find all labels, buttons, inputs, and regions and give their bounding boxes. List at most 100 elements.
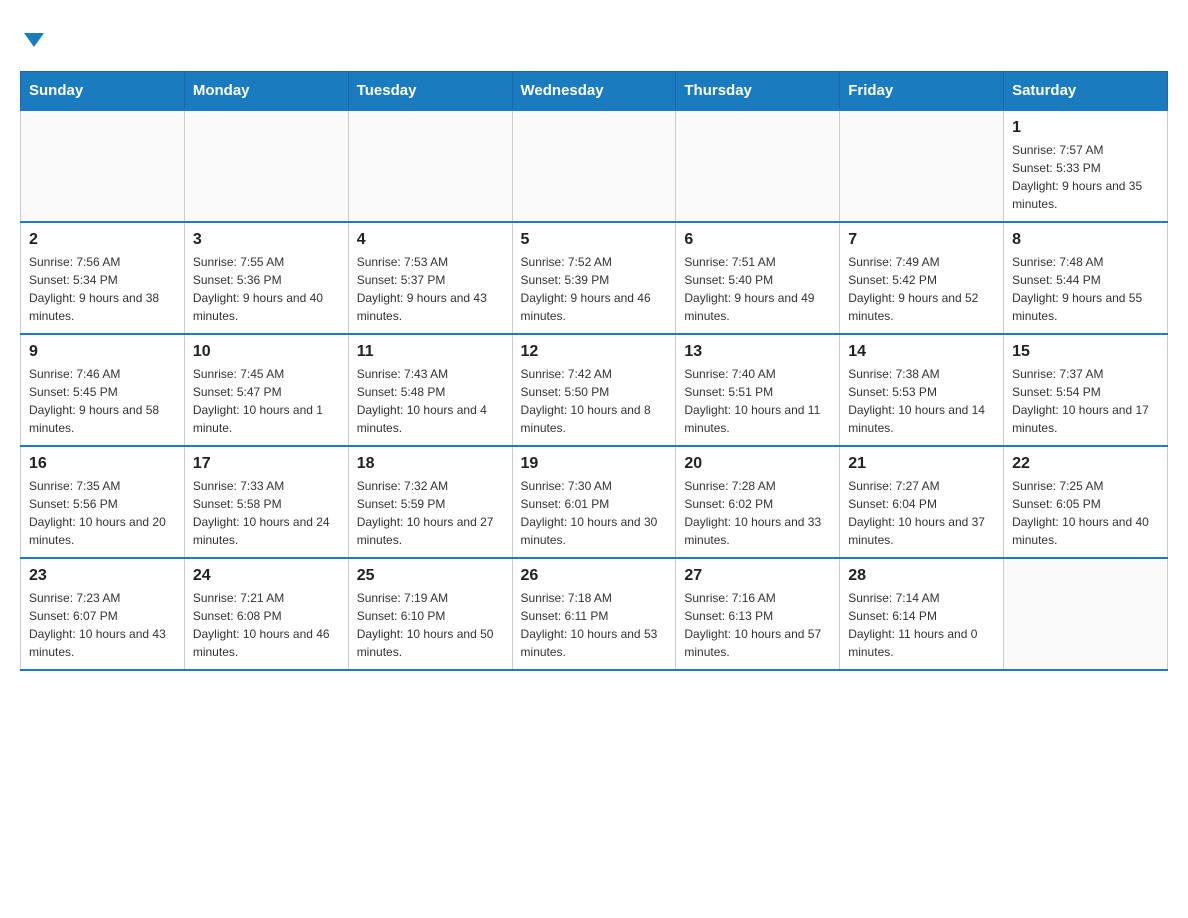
day-info: Sunrise: 7:57 AM Sunset: 5:33 PM Dayligh… <box>1012 141 1159 213</box>
weekday-header-row: SundayMondayTuesdayWednesdayThursdayFrid… <box>21 72 1168 111</box>
day-info: Sunrise: 7:45 AM Sunset: 5:47 PM Dayligh… <box>193 365 340 437</box>
day-info: Sunrise: 7:14 AM Sunset: 6:14 PM Dayligh… <box>848 589 995 661</box>
calendar-cell <box>512 110 676 222</box>
day-info: Sunrise: 7:52 AM Sunset: 5:39 PM Dayligh… <box>521 253 668 325</box>
calendar-week-row: 9Sunrise: 7:46 AM Sunset: 5:45 PM Daylig… <box>21 334 1168 446</box>
day-info: Sunrise: 7:32 AM Sunset: 5:59 PM Dayligh… <box>357 477 504 549</box>
day-number: 27 <box>684 567 831 585</box>
calendar-cell: 2 Sunrise: 7:56 AM Sunset: 5:34 PM Daylig… <box>21 222 185 334</box>
day-info: Sunrise: 7:40 AM Sunset: 5:51 PM Dayligh… <box>684 365 831 437</box>
day-number: 24 <box>193 567 340 585</box>
calendar-cell: 18 Sunrise: 7:32 AM Sunset: 5:59 PM Dayli… <box>348 446 512 558</box>
day-info: Sunrise: 7:51 AM Sunset: 5:40 PM Dayligh… <box>684 253 831 325</box>
calendar-week-row: 2 Sunrise: 7:56 AM Sunset: 5:34 PM Daylig… <box>21 222 1168 334</box>
calendar-cell <box>21 110 185 222</box>
day-number: 8 <box>1012 231 1159 249</box>
calendar-week-row: 1 Sunrise: 7:57 AM Sunset: 5:33 PM Daylig… <box>21 110 1168 222</box>
weekday-header-tuesday: Tuesday <box>348 72 512 111</box>
page-header <box>20 20 1168 51</box>
day-number: 3 <box>193 231 340 249</box>
calendar-cell: 17 Sunrise: 7:33 AM Sunset: 5:58 PM Dayli… <box>184 446 348 558</box>
day-number: 25 <box>357 567 504 585</box>
calendar-cell: 1 Sunrise: 7:57 AM Sunset: 5:33 PM Daylig… <box>1004 110 1168 222</box>
day-number: 1 <box>1012 119 1159 137</box>
weekday-header-saturday: Saturday <box>1004 72 1168 111</box>
day-info: Sunrise: 7:56 AM Sunset: 5:34 PM Dayligh… <box>29 253 176 325</box>
calendar-cell <box>840 110 1004 222</box>
calendar-cell: 13 Sunrise: 7:40 AM Sunset: 5:51 PM Dayli… <box>676 334 840 446</box>
day-info: Sunrise: 7:43 AM Sunset: 5:48 PM Dayligh… <box>357 365 504 437</box>
calendar-cell: 3 Sunrise: 7:55 AM Sunset: 5:36 PM Daylig… <box>184 222 348 334</box>
calendar-cell <box>676 110 840 222</box>
logo-top <box>20 20 44 51</box>
day-number: 5 <box>521 231 668 249</box>
day-info: Sunrise: 7:23 AM Sunset: 6:07 PM Dayligh… <box>29 589 176 661</box>
calendar-cell: 23 Sunrise: 7:23 AM Sunset: 6:07 PM Dayli… <box>21 558 185 670</box>
day-info: Sunrise: 7:33 AM Sunset: 5:58 PM Dayligh… <box>193 477 340 549</box>
day-info: Sunrise: 7:48 AM Sunset: 5:44 PM Dayligh… <box>1012 253 1159 325</box>
day-info: Sunrise: 7:28 AM Sunset: 6:02 PM Dayligh… <box>684 477 831 549</box>
day-number: 4 <box>357 231 504 249</box>
logo <box>20 20 44 51</box>
day-number: 26 <box>521 567 668 585</box>
calendar-cell: 20 Sunrise: 7:28 AM Sunset: 6:02 PM Dayli… <box>676 446 840 558</box>
day-number: 10 <box>193 343 340 361</box>
weekday-header-thursday: Thursday <box>676 72 840 111</box>
day-number: 6 <box>684 231 831 249</box>
day-number: 15 <box>1012 343 1159 361</box>
day-number: 7 <box>848 231 995 249</box>
day-number: 13 <box>684 343 831 361</box>
calendar-cell: 12Sunrise: 7:42 AM Sunset: 5:50 PM Dayli… <box>512 334 676 446</box>
weekday-header-wednesday: Wednesday <box>512 72 676 111</box>
day-info: Sunrise: 7:37 AM Sunset: 5:54 PM Dayligh… <box>1012 365 1159 437</box>
day-info: Sunrise: 7:18 AM Sunset: 6:11 PM Dayligh… <box>521 589 668 661</box>
weekday-header-sunday: Sunday <box>21 72 185 111</box>
day-info: Sunrise: 7:21 AM Sunset: 6:08 PM Dayligh… <box>193 589 340 661</box>
calendar-cell: 6 Sunrise: 7:51 AM Sunset: 5:40 PM Daylig… <box>676 222 840 334</box>
day-number: 18 <box>357 455 504 473</box>
calendar-cell <box>184 110 348 222</box>
day-number: 20 <box>684 455 831 473</box>
calendar-cell <box>1004 558 1168 670</box>
calendar-cell: 5 Sunrise: 7:52 AM Sunset: 5:39 PM Daylig… <box>512 222 676 334</box>
day-info: Sunrise: 7:16 AM Sunset: 6:13 PM Dayligh… <box>684 589 831 661</box>
day-number: 23 <box>29 567 176 585</box>
calendar-cell: 16 Sunrise: 7:35 AM Sunset: 5:56 PM Dayli… <box>21 446 185 558</box>
day-info: Sunrise: 7:38 AM Sunset: 5:53 PM Dayligh… <box>848 365 995 437</box>
day-info: Sunrise: 7:55 AM Sunset: 5:36 PM Dayligh… <box>193 253 340 325</box>
logo-triangle-icon <box>24 33 44 47</box>
calendar-cell: 27 Sunrise: 7:16 AM Sunset: 6:13 PM Dayli… <box>676 558 840 670</box>
calendar-week-row: 16 Sunrise: 7:35 AM Sunset: 5:56 PM Dayli… <box>21 446 1168 558</box>
day-number: 12 <box>521 343 668 361</box>
calendar-cell <box>348 110 512 222</box>
day-number: 9 <box>29 343 176 361</box>
calendar-cell: 4 Sunrise: 7:53 AM Sunset: 5:37 PM Daylig… <box>348 222 512 334</box>
calendar-cell: 22Sunrise: 7:25 AM Sunset: 6:05 PM Dayli… <box>1004 446 1168 558</box>
calendar-cell: 26 Sunrise: 7:18 AM Sunset: 6:11 PM Dayli… <box>512 558 676 670</box>
day-info: Sunrise: 7:49 AM Sunset: 5:42 PM Dayligh… <box>848 253 995 325</box>
weekday-header-monday: Monday <box>184 72 348 111</box>
calendar-cell: 8 Sunrise: 7:48 AM Sunset: 5:44 PM Daylig… <box>1004 222 1168 334</box>
day-number: 2 <box>29 231 176 249</box>
day-info: Sunrise: 7:27 AM Sunset: 6:04 PM Dayligh… <box>848 477 995 549</box>
day-info: Sunrise: 7:53 AM Sunset: 5:37 PM Dayligh… <box>357 253 504 325</box>
day-number: 11 <box>357 343 504 361</box>
calendar-cell: 24 Sunrise: 7:21 AM Sunset: 6:08 PM Dayli… <box>184 558 348 670</box>
day-info: Sunrise: 7:30 AM Sunset: 6:01 PM Dayligh… <box>521 477 668 549</box>
day-number: 16 <box>29 455 176 473</box>
day-number: 19 <box>521 455 668 473</box>
calendar-cell: 19 Sunrise: 7:30 AM Sunset: 6:01 PM Dayli… <box>512 446 676 558</box>
calendar-cell: 10 Sunrise: 7:45 AM Sunset: 5:47 PM Dayli… <box>184 334 348 446</box>
day-number: 17 <box>193 455 340 473</box>
calendar-cell: 25 Sunrise: 7:19 AM Sunset: 6:10 PM Dayli… <box>348 558 512 670</box>
calendar-cell: 28 Sunrise: 7:14 AM Sunset: 6:14 PM Dayli… <box>840 558 1004 670</box>
day-info: Sunrise: 7:19 AM Sunset: 6:10 PM Dayligh… <box>357 589 504 661</box>
day-number: 21 <box>848 455 995 473</box>
calendar-cell: 9Sunrise: 7:46 AM Sunset: 5:45 PM Daylig… <box>21 334 185 446</box>
calendar-cell: 15 Sunrise: 7:37 AM Sunset: 5:54 PM Dayli… <box>1004 334 1168 446</box>
weekday-header-friday: Friday <box>840 72 1004 111</box>
calendar-cell: 7 Sunrise: 7:49 AM Sunset: 5:42 PM Daylig… <box>840 222 1004 334</box>
day-info: Sunrise: 7:35 AM Sunset: 5:56 PM Dayligh… <box>29 477 176 549</box>
calendar-cell: 11 Sunrise: 7:43 AM Sunset: 5:48 PM Dayli… <box>348 334 512 446</box>
day-number: 28 <box>848 567 995 585</box>
